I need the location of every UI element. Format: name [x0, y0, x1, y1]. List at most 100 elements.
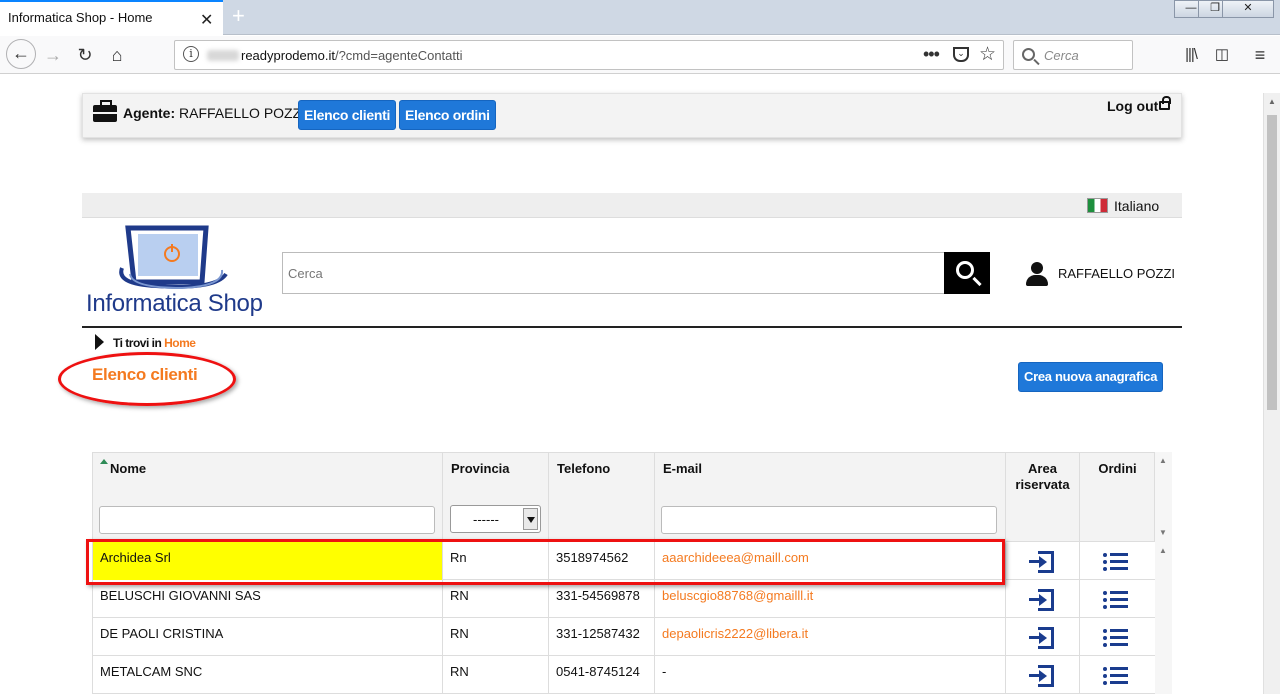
italian-flag-icon[interactable] [1087, 198, 1108, 213]
scroll-down-icon[interactable]: ▼ [1159, 528, 1167, 537]
close-tab-icon[interactable]: ✕ [200, 10, 213, 30]
agent-label: Agente: [123, 105, 176, 121]
agent-info: Agente: RAFFAELLO POZZI [123, 105, 305, 121]
monitor-logo-icon [119, 225, 228, 290]
user-icon[interactable] [1026, 262, 1048, 286]
list-icon[interactable] [1103, 629, 1129, 647]
filter-provincia-select[interactable]: ------ [450, 505, 541, 533]
url-text: readyprodemo.it/?cmd=agenteContatti [241, 48, 463, 63]
language-bar: Italiano [82, 193, 1182, 218]
reload-icon[interactable]: ↻ [72, 42, 98, 68]
column-header-ordini: Ordini [1098, 461, 1137, 476]
list-icon[interactable] [1103, 553, 1129, 571]
clients-list-button[interactable]: Elenco clienti [298, 100, 397, 130]
cell-email[interactable]: beluscgio88768@gmailll.it [655, 580, 1006, 618]
cell-nome[interactable]: BELUSCHI GIOVANNI SAS [93, 580, 443, 618]
column-header-nome[interactable]: Nome [93, 453, 443, 543]
login-icon[interactable] [1029, 589, 1055, 611]
bookmark-star-icon[interactable]: ☆ [979, 43, 996, 66]
header-divider [82, 326, 1182, 328]
table-row[interactable]: BELUSCHI GIOVANNI SAS RN 331-54569878 be… [92, 580, 1155, 618]
create-customer-button[interactable]: Crea nuova anagrafica [1018, 362, 1164, 392]
breadcrumb-home-link[interactable]: Home [164, 336, 196, 350]
lock-icon[interactable] [1159, 96, 1171, 110]
browser-search-input[interactable]: Cerca [1013, 40, 1133, 70]
cell-area-riservata [1006, 542, 1080, 580]
filter-email-input[interactable] [661, 506, 997, 534]
close-window-icon[interactable]: ✕ [1222, 0, 1274, 18]
column-header-telefono[interactable]: Telefono [549, 453, 655, 543]
cell-telefono: 0541-8745124 [549, 656, 655, 694]
cell-telefono: 331-54569878 [549, 580, 655, 618]
table-row[interactable]: DE PAOLI CRISTINA RN 331-12587432 depaol… [92, 618, 1155, 656]
page-scrollbar[interactable]: ▲ [1263, 93, 1280, 694]
scroll-up-icon[interactable]: ▲ [1159, 456, 1167, 465]
page-actions-icon[interactable]: ••• [923, 44, 940, 65]
scrollbar-thumb[interactable] [1267, 115, 1277, 410]
cell-ordini [1080, 542, 1156, 580]
list-icon[interactable] [1103, 667, 1129, 685]
cell-area-riservata [1006, 580, 1080, 618]
breadcrumb-arrow-icon [95, 334, 104, 350]
annotation-rectangle [86, 539, 1005, 585]
scroll-up-icon[interactable]: ▲ [1159, 546, 1167, 555]
cell-nome[interactable]: DE PAOLI CRISTINA [93, 618, 443, 656]
shop-logo[interactable]: Informatica Shop [86, 224, 268, 320]
cell-ordini [1080, 656, 1156, 694]
library-icon[interactable]: |||\ [1178, 42, 1204, 68]
page-title: Elenco clienti [92, 365, 198, 384]
cell-ordini [1080, 580, 1156, 618]
new-tab-icon[interactable]: + [232, 3, 245, 29]
login-icon[interactable] [1029, 551, 1055, 573]
url-path: /?cmd=agenteContatti [334, 48, 463, 63]
scroll-up-icon[interactable]: ▲ [1268, 97, 1276, 106]
header-scrollbar[interactable]: ▲ ▼ [1155, 452, 1172, 542]
agent-name: RAFFAELLO POZZI [179, 105, 306, 121]
breadcrumb: Ti trovi in Home [113, 336, 196, 350]
menu-hamburger-icon[interactable]: ≡ [1247, 42, 1273, 68]
cell-area-riservata [1006, 656, 1080, 694]
pocket-icon[interactable]: ⌄ [953, 47, 969, 62]
table-row[interactable]: METALCAM SNC RN 0541-8745124 - [92, 656, 1155, 694]
user-name[interactable]: RAFFAELLO POZZI [1058, 266, 1175, 281]
search-icon [1022, 48, 1035, 61]
logout-link[interactable]: Log out [1107, 98, 1158, 114]
orders-list-button[interactable]: Elenco ordini [399, 100, 496, 130]
browser-tab[interactable]: Informatica Shop - Home ✕ [0, 0, 223, 35]
cell-area-riservata [1006, 618, 1080, 656]
column-header-area-riservata: Area riservata [1006, 453, 1080, 543]
cell-email[interactable]: depaolicris2222@libera.it [655, 618, 1006, 656]
briefcase-icon [93, 100, 117, 122]
cell-nome[interactable]: METALCAM SNC [93, 656, 443, 694]
browser-toolbar: ← → ↻ ⌂ i readyprodemo.it/?cmd=agenteCon… [0, 36, 1280, 74]
home-icon[interactable]: ⌂ [104, 42, 130, 68]
site-info-icon[interactable]: i [183, 46, 199, 62]
body-scrollbar[interactable]: ▲ [1155, 542, 1172, 694]
logo-text: Informatica Shop [86, 290, 263, 317]
cell-provincia: RN [443, 618, 549, 656]
language-selector[interactable]: Italiano [1114, 198, 1159, 214]
cell-ordini [1080, 618, 1156, 656]
breadcrumb-prefix: Ti trovi in [113, 336, 162, 350]
site-search-button[interactable] [944, 252, 990, 294]
url-domain: readyprodemo.it [241, 48, 335, 63]
login-icon[interactable] [1029, 627, 1055, 649]
url-redacted [207, 50, 239, 61]
agent-bar: Agente: RAFFAELLO POZZI Elenco clienti E… [82, 93, 1182, 138]
forward-arrow-icon[interactable]: → [40, 42, 66, 68]
list-icon[interactable] [1103, 591, 1129, 609]
sidebar-icon[interactable]: ◫ [1209, 42, 1235, 68]
cell-email: - [655, 656, 1006, 694]
chevron-down-icon[interactable] [523, 508, 538, 530]
column-header-email[interactable]: E-mail [655, 453, 1006, 543]
back-arrow-icon[interactable]: ← [6, 39, 36, 69]
site-search-input[interactable]: Cerca [282, 252, 945, 294]
cell-provincia: RN [443, 580, 549, 618]
login-icon[interactable] [1029, 665, 1055, 687]
tab-title: Informatica Shop - Home [8, 10, 153, 25]
filter-nome-input[interactable] [99, 506, 435, 534]
sort-ascending-icon[interactable] [100, 459, 108, 464]
url-bar[interactable]: i readyprodemo.it/?cmd=agenteContatti ••… [174, 40, 1004, 70]
browser-search-placeholder: Cerca [1044, 48, 1079, 63]
cell-provincia: RN [443, 656, 549, 694]
